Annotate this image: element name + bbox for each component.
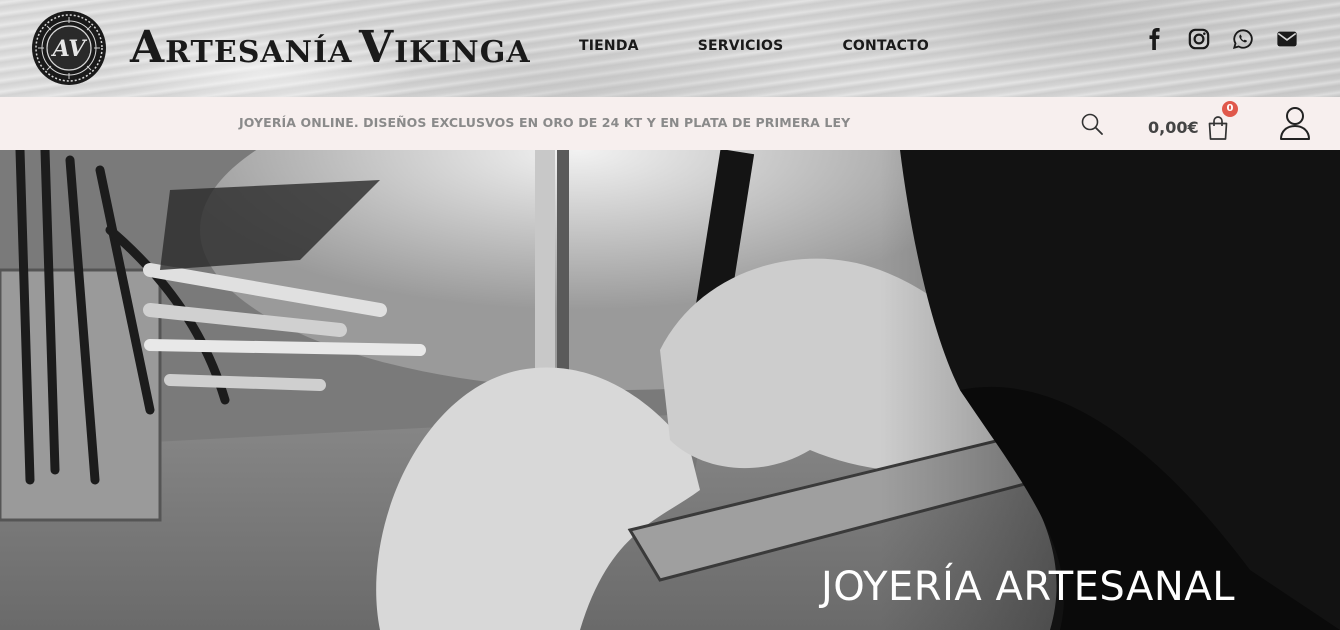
promo-bar: JOYERÍA ONLINE. DISEÑOS EXCLUSVOS EN ORO… <box>0 97 1340 150</box>
whatsapp-icon[interactable] <box>1232 28 1254 50</box>
shopping-bag-icon[interactable] <box>1207 115 1229 141</box>
brand-second-cap: V <box>359 22 395 73</box>
user-account-icon[interactable] <box>1279 106 1311 140</box>
instagram-icon[interactable] <box>1188 28 1210 50</box>
nav-tienda[interactable]: TIENDA <box>579 38 639 54</box>
cart-total[interactable]: 0,00€ <box>1148 118 1199 137</box>
cart-count-badge: 0 <box>1222 101 1238 117</box>
promo-text: JOYERÍA ONLINE. DISEÑOS EXCLUSVOS EN ORO… <box>239 115 851 130</box>
brand-first-cap: A <box>130 22 166 73</box>
search-icon[interactable] <box>1080 112 1104 136</box>
email-icon[interactable] <box>1276 28 1298 50</box>
main-nav: TIENDA SERVICIOS CONTACTO <box>579 38 988 54</box>
brand-second-rest: IKINGA <box>394 35 531 70</box>
hero-image <box>0 150 1340 630</box>
nav-contacto[interactable]: CONTACTO <box>842 38 929 54</box>
brand-name[interactable]: ARTESANÍA VIKINGA <box>130 22 531 73</box>
seal-monogram: AV <box>51 36 87 62</box>
facebook-icon[interactable] <box>1144 28 1166 50</box>
brand-first-rest: RTESANÍA <box>165 35 353 70</box>
hero-title: JOYERÍA ARTESANAL <box>821 564 1235 610</box>
site-header: AV ARTESANÍA VIKINGA TIENDA SERVICIOS CO… <box>0 0 1340 97</box>
nav-servicios[interactable]: SERVICIOS <box>698 38 784 54</box>
hero-banner: JOYERÍA ARTESANAL <box>0 150 1340 630</box>
logo-seal[interactable]: AV <box>30 9 108 87</box>
social-links <box>1144 28 1298 50</box>
